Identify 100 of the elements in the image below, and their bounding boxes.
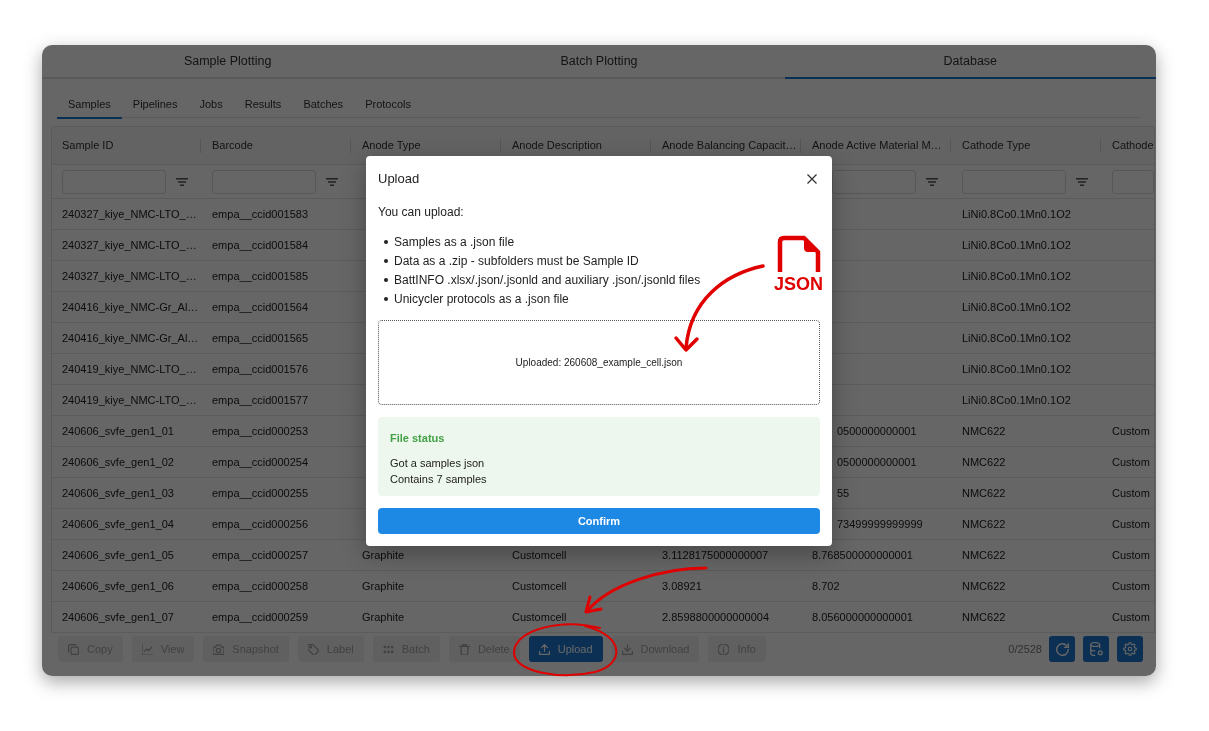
anode-description: Customcell <box>512 578 567 594</box>
filter-icon[interactable] <box>176 177 188 186</box>
mass-value: 55 <box>837 485 850 501</box>
cathode-type: LiNi0.8Co0.1Mn0.1O2 <box>962 392 1071 408</box>
dots-grid-icon <box>382 643 394 655</box>
sample-id: 240419_kiye_NMC-LTO_… <box>62 392 197 408</box>
cathode-type: LiNi0.8Co0.1Mn0.1O2 <box>962 361 1071 377</box>
main-tab[interactable]: Batch Plotting <box>413 45 785 79</box>
barcode: empa__ccid001584 <box>212 237 309 253</box>
sample-id: 240606_svfe_gen1_02 <box>62 454 174 470</box>
anode-description: Customcell <box>512 609 567 625</box>
sub-tab[interactable]: Samples <box>57 92 122 119</box>
tag-icon <box>307 643 319 655</box>
status-line: Contains 7 samples <box>390 472 487 487</box>
anode-type: Graphite <box>362 609 405 625</box>
main-tab[interactable]: Sample Plotting <box>42 45 414 79</box>
column-header[interactable]: Anode Description <box>512 137 602 154</box>
mass-value: 73499999999999 <box>837 516 923 532</box>
bullet-icon <box>384 239 388 244</box>
mass-value: 8.702 <box>812 578 840 594</box>
cathode-type: LiNi0.8Co0.1Mn0.1O2 <box>962 206 1071 222</box>
cathode-type: NMC622 <box>962 516 1006 532</box>
anode-type: Graphite <box>362 578 405 594</box>
sub-tab[interactable]: Results <box>233 92 293 119</box>
upload-option: BattINFO .xlsx/.json/.jsonld and auxiliary .json/.jsonld files <box>394 270 701 289</box>
column-header[interactable]: Anode Balancing Capacit… <box>662 137 797 154</box>
sample-id: 240416_kiye_NMC-Gr_Al… <box>62 330 199 346</box>
column-header[interactable]: Anode Type <box>362 137 421 154</box>
anode-type: Graphite <box>362 547 405 563</box>
column-header[interactable]: Anode Active Material M… <box>812 137 942 154</box>
refresh-button[interactable] <box>1049 636 1075 662</box>
filter-icon[interactable] <box>326 177 338 186</box>
sample-id: 240416_kiye_NMC-Gr_Al… <box>62 299 199 315</box>
sub-tab[interactable]: Protocols <box>354 92 422 119</box>
filter-icon[interactable] <box>1076 177 1088 186</box>
sample-id: 240606_svfe_gen1_05 <box>62 547 174 563</box>
mass-value: 8.768500000000001 <box>812 547 913 563</box>
sample-id: 240327_kiye_NMC-LTO_… <box>62 268 197 284</box>
intro-text: You can upload: <box>378 204 464 220</box>
barcode: empa__ccid000259 <box>212 609 309 625</box>
settings-icon <box>1123 642 1137 656</box>
barcode: empa__ccid000255 <box>212 485 309 501</box>
main-tab[interactable]: Database <box>784 45 1156 79</box>
confirm-button[interactable]: Confirm <box>378 508 820 534</box>
sample-id: 240606_svfe_gen1_07 <box>62 609 174 625</box>
refresh-icon <box>1055 642 1069 656</box>
capacity-value: 2.8598800000000004 <box>662 609 770 625</box>
barcode: empa__ccid000254 <box>212 454 309 470</box>
upload-button[interactable]: Upload <box>528 636 603 662</box>
settings-button[interactable] <box>1117 636 1143 662</box>
barcode: empa__ccid000256 <box>212 516 309 532</box>
barcode: empa__ccid000253 <box>212 423 309 439</box>
status-line: Got a samples json <box>390 456 485 471</box>
sample-id: 240327_kiye_NMC-LTO_… <box>62 206 197 222</box>
copy-icon <box>68 643 79 655</box>
barcode: empa__ccid001585 <box>212 268 309 284</box>
camera-icon <box>213 643 225 655</box>
sub-tab[interactable]: Pipelines <box>121 92 189 119</box>
barcode: empa__ccid001577 <box>212 392 309 408</box>
filter-icon[interactable] <box>926 177 938 186</box>
sample-id: 240606_svfe_gen1_06 <box>62 578 174 594</box>
barcode: empa__ccid001565 <box>212 330 309 346</box>
cathode-type: NMC622 <box>962 547 1006 563</box>
mass-value: 0500000000001 <box>837 423 917 439</box>
cathode-value: Custom <box>1112 423 1150 439</box>
cathode-type: NMC622 <box>962 578 1006 594</box>
bullet-icon <box>384 296 388 301</box>
cathode-type: LiNi0.8Co0.1Mn0.1O2 <box>962 268 1071 284</box>
close-icon[interactable] <box>807 174 817 184</box>
sample-id: 240419_kiye_NMC-LTO_… <box>62 361 197 377</box>
sub-tab[interactable]: Jobs <box>188 92 234 119</box>
barcode: empa__ccid001564 <box>212 299 309 315</box>
column-header[interactable]: Cathode Type <box>962 137 1031 154</box>
capacity-value: 3.1128175000000007 <box>662 547 769 563</box>
column-header[interactable]: Barcode <box>212 137 253 154</box>
cathode-type: NMC622 <box>962 423 1006 439</box>
trash-icon <box>458 643 470 655</box>
barcode: empa__ccid000258 <box>212 578 309 594</box>
cathode-value: Custom <box>1112 609 1150 625</box>
cathode-type: LiNi0.8Co0.1Mn0.1O2 <box>962 299 1071 315</box>
filter-field[interactable] <box>832 169 916 194</box>
upload-option: Data as a .zip - subfolders must be Sample ID <box>394 251 639 270</box>
info-icon <box>718 643 730 655</box>
sub-tab[interactable]: Batches <box>292 92 355 119</box>
cathode-value: Custom <box>1112 578 1150 594</box>
upload-icon <box>538 643 550 655</box>
cathode-type: NMC622 <box>962 454 1006 470</box>
column-header[interactable]: Cathode <box>1112 137 1154 154</box>
bullet-icon <box>384 258 388 263</box>
capacity-value: 3.08921 <box>662 578 702 594</box>
cathode-value: Custom <box>1112 547 1150 563</box>
cathode-type: NMC622 <box>962 485 1006 501</box>
cathode-value: Custom <box>1112 485 1150 501</box>
cathode-type: LiNi0.8Co0.1Mn0.1O2 <box>962 237 1071 253</box>
column-header[interactable]: Sample ID <box>62 137 114 154</box>
cathode-type: NMC622 <box>962 609 1006 625</box>
database-button[interactable] <box>1083 636 1109 662</box>
chart-icon <box>141 643 153 655</box>
anode-description: Customcell <box>512 547 567 563</box>
bullet-icon <box>384 277 388 282</box>
